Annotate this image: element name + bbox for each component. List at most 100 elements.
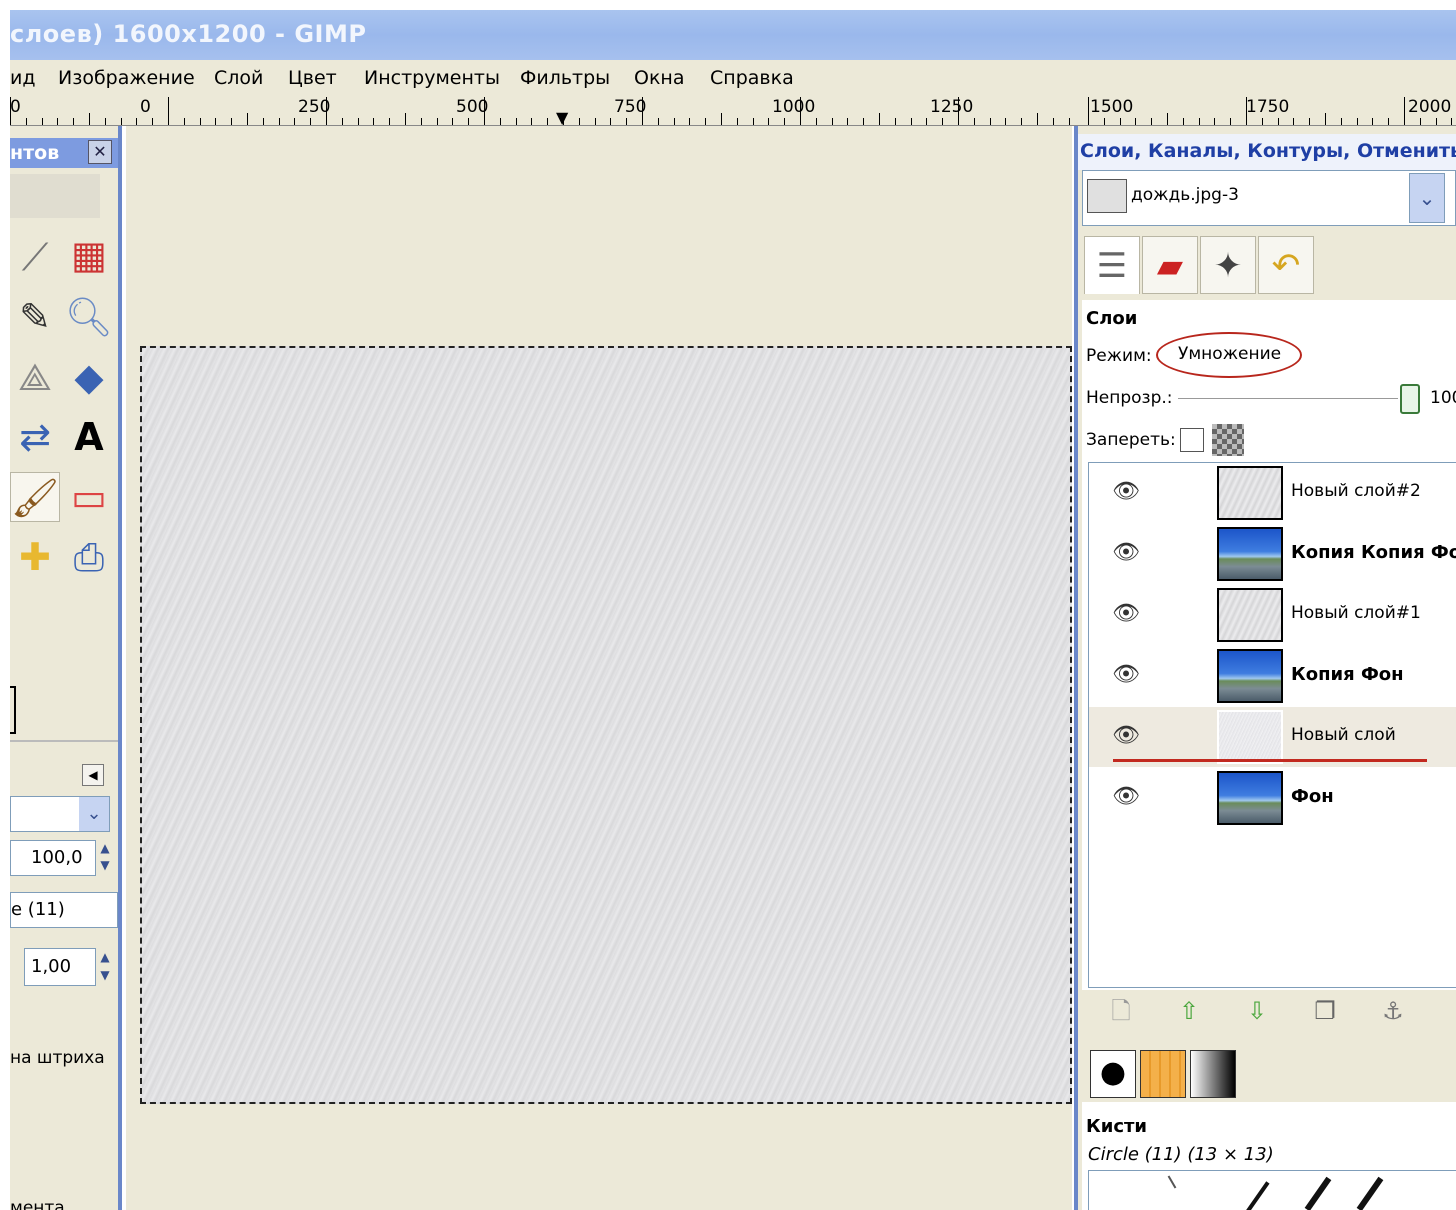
menu-filters[interactable]: Фильтры bbox=[520, 67, 610, 89]
fuzzy-select-tool-icon[interactable]: ⟋ bbox=[10, 232, 60, 282]
window-titlebar[interactable]: слоев) 1600x1200 - GIMP bbox=[10, 10, 1456, 60]
ruler-tick bbox=[215, 118, 216, 125]
menu-view[interactable]: ид bbox=[10, 67, 36, 89]
visibility-eye-icon[interactable]: 👁︎ bbox=[1111, 723, 1141, 748]
menu-image[interactable]: Изображение bbox=[58, 67, 195, 89]
layer-row[interactable]: 👁︎ Фон bbox=[1089, 768, 1456, 828]
layer-row[interactable]: 👁︎ Новый слой#2 bbox=[1089, 463, 1456, 523]
tab-paths-icon[interactable]: ✦ bbox=[1200, 236, 1256, 294]
menu-color[interactable]: Цвет bbox=[288, 67, 337, 89]
layer-thumbnail bbox=[1217, 771, 1283, 825]
ruler-tick bbox=[326, 97, 327, 125]
menu-help[interactable]: Справка bbox=[710, 67, 794, 89]
color-picker-tool-icon[interactable]: ✎ bbox=[10, 292, 60, 342]
ruler-label: 1000 bbox=[772, 97, 816, 117]
horizontal-ruler[interactable]: 0 0 250 500 750 1000 1250 ▼ bbox=[10, 96, 1074, 126]
brush-grid[interactable] bbox=[1088, 1170, 1456, 1210]
opacity-slider-track[interactable] bbox=[1178, 398, 1398, 399]
duplicate-layer-icon[interactable]: ❐ bbox=[1310, 996, 1340, 1026]
raise-layer-icon[interactable]: ⇧ bbox=[1174, 996, 1204, 1026]
tab-layers-icon[interactable]: ☰ bbox=[1084, 236, 1140, 294]
zoom-tool-icon[interactable]: 🔍︎ bbox=[64, 292, 114, 342]
lower-layer-icon[interactable]: ⇩ bbox=[1242, 996, 1272, 1026]
layer-row[interactable]: 👁︎ Копия Копия Фон bbox=[1089, 524, 1456, 584]
brush-preview[interactable] bbox=[1167, 1175, 1177, 1189]
tab-gradients-icon[interactable] bbox=[1190, 1050, 1236, 1098]
ruler-tick bbox=[1214, 118, 1215, 125]
ruler-tick bbox=[1325, 113, 1326, 125]
layer-row-selected[interactable]: 👁︎ Новый слой bbox=[1089, 707, 1456, 767]
perspective-tool-icon[interactable]: ⟁ bbox=[10, 352, 60, 402]
ruler-tick bbox=[768, 118, 769, 125]
ruler-tick bbox=[1388, 118, 1389, 125]
ruler-label: 2000 bbox=[1408, 97, 1452, 117]
visibility-eye-icon[interactable]: 👁︎ bbox=[1111, 784, 1141, 809]
layers-title: Слои bbox=[1086, 308, 1138, 329]
visibility-eye-icon[interactable]: 👁︎ bbox=[1111, 601, 1141, 626]
paintbrush-tool-icon[interactable]: 🖌︎ bbox=[10, 472, 60, 522]
ruler-tick bbox=[1357, 118, 1358, 125]
size-field[interactable]: 100,0 bbox=[10, 840, 96, 876]
heal-tool-icon[interactable]: ✚ bbox=[10, 532, 60, 582]
lock-label: Запереть: bbox=[1086, 430, 1176, 450]
ruler-tick bbox=[1183, 118, 1184, 125]
ruler-tick bbox=[310, 118, 311, 125]
ruler-tick bbox=[926, 118, 927, 125]
image-selector[interactable]: дождь.jpg-3 ⌄ bbox=[1082, 170, 1456, 226]
lock-alpha-checkbox[interactable] bbox=[1180, 428, 1204, 452]
scale-spinner-icon[interactable]: ▲ ▼ bbox=[96, 948, 114, 986]
select-by-color-tool-icon[interactable]: ▦ bbox=[64, 230, 114, 280]
ruler-tick bbox=[895, 118, 896, 125]
visibility-eye-icon[interactable]: 👁︎ bbox=[1111, 540, 1141, 565]
tool-mode-dropdown[interactable]: ⌄ bbox=[10, 796, 110, 832]
brush-name-field[interactable]: е (11) bbox=[10, 892, 118, 928]
clone-tool-icon[interactable]: ⎙ bbox=[64, 532, 114, 582]
ruler-tick bbox=[689, 118, 690, 125]
brush-preview[interactable] bbox=[1356, 1176, 1384, 1210]
ruler-label: 0 bbox=[10, 97, 21, 117]
mode-dropdown[interactable]: Умножение bbox=[1178, 344, 1281, 364]
flip-tool-icon[interactable]: ⇄ bbox=[10, 412, 60, 462]
tab-brushes-icon[interactable]: ● bbox=[1090, 1050, 1136, 1098]
transform-tool-icon[interactable]: ◆ bbox=[64, 352, 114, 402]
stroke-length-label: на штриха bbox=[10, 1048, 105, 1068]
image-canvas[interactable] bbox=[140, 346, 1072, 1104]
tab-channels-icon[interactable]: ▰ bbox=[1142, 236, 1198, 294]
brush-preview[interactable] bbox=[1304, 1176, 1332, 1210]
ruler-tick bbox=[1309, 118, 1310, 125]
ruler-tick bbox=[563, 113, 564, 125]
chevron-down-icon[interactable]: ⌄ bbox=[79, 797, 109, 831]
menubar: ид Изображение Слой Цвет Инструменты Фил… bbox=[10, 60, 1456, 96]
ruler-tick bbox=[595, 118, 596, 125]
layer-row[interactable]: 👁︎ Новый слой#1 bbox=[1089, 585, 1456, 645]
chevron-down-icon[interactable]: ⌄ bbox=[1409, 173, 1445, 223]
close-icon[interactable]: ✕ bbox=[88, 140, 112, 164]
ruler-tick bbox=[373, 118, 374, 125]
brush-preview[interactable] bbox=[1244, 1181, 1270, 1210]
size-spinner-icon[interactable]: ▲ ▼ bbox=[96, 840, 114, 876]
tab-patterns-icon[interactable] bbox=[1140, 1050, 1186, 1098]
menu-windows[interactable]: Окна bbox=[634, 67, 685, 89]
eraser-tool-icon[interactable]: ▭ bbox=[64, 472, 114, 522]
visibility-eye-icon[interactable]: 👁︎ bbox=[1111, 479, 1141, 504]
anchor-layer-icon[interactable]: ⚓︎ bbox=[1378, 996, 1408, 1026]
layer-row[interactable]: 👁︎ Копия Фон bbox=[1089, 646, 1456, 706]
menu-tools[interactable]: Инструменты bbox=[364, 67, 500, 89]
ruler-tick bbox=[484, 97, 485, 125]
tool-options-menu-icon[interactable]: ◀ bbox=[82, 764, 104, 786]
text-tool-icon[interactable]: A bbox=[64, 412, 114, 462]
ruler-tick bbox=[73, 118, 74, 125]
opacity-slider-handle[interactable] bbox=[1400, 384, 1420, 414]
canvas-area[interactable] bbox=[126, 126, 1072, 1210]
ruler-tick bbox=[89, 113, 90, 125]
color-swatch-edge[interactable] bbox=[10, 686, 16, 734]
opacity-value[interactable]: 100 bbox=[1430, 388, 1456, 408]
scale-field[interactable]: 1,00 bbox=[24, 948, 96, 986]
horizontal-ruler-right[interactable]: 1500 1750 2000 bbox=[1074, 96, 1456, 126]
menu-layer[interactable]: Слой bbox=[214, 67, 263, 89]
ruler-label: 1500 bbox=[1090, 97, 1134, 117]
visibility-eye-icon[interactable]: 👁︎ bbox=[1111, 662, 1141, 687]
new-layer-icon[interactable]: 🗋︎ bbox=[1106, 996, 1136, 1026]
ruler-tick bbox=[405, 113, 406, 125]
tab-undo-icon[interactable]: ↶ bbox=[1258, 236, 1314, 294]
